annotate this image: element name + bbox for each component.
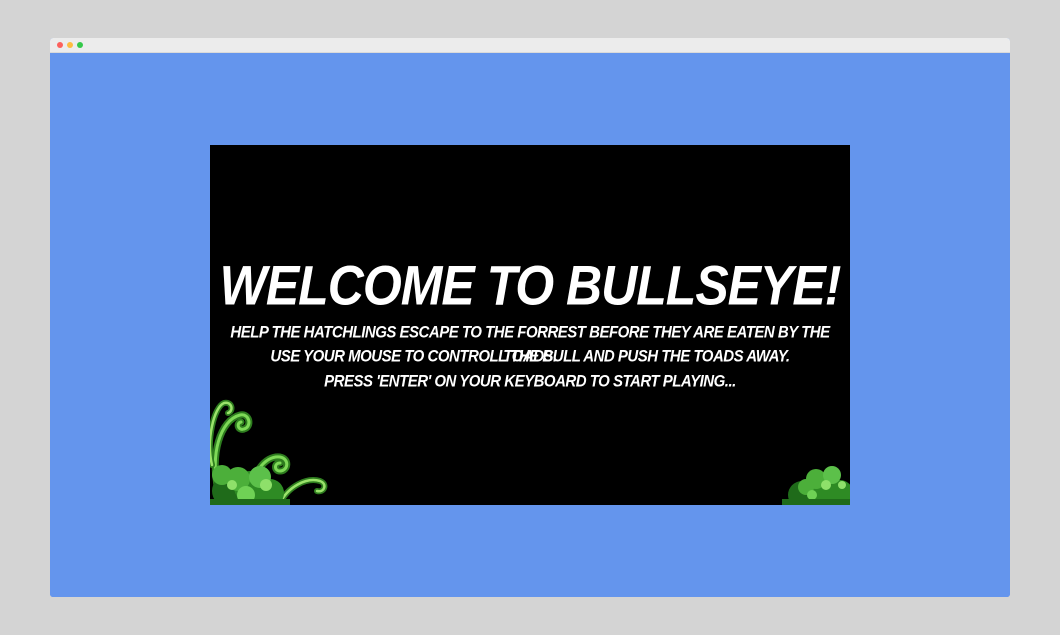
- fern-bush-icon: [210, 399, 328, 505]
- instruction-line-3: PRESS 'ENTER' ON YOUR KEYBOARD TO START …: [324, 372, 736, 391]
- browser-window: WELCOME TO BULLSEYE! HELP THE HATCHLINGS…: [50, 38, 1010, 597]
- bush-icon: [782, 466, 850, 505]
- close-dot-icon[interactable]: [57, 42, 63, 48]
- minimize-dot-icon[interactable]: [67, 42, 73, 48]
- maximize-dot-icon[interactable]: [77, 42, 83, 48]
- game-canvas[interactable]: WELCOME TO BULLSEYE! HELP THE HATCHLINGS…: [210, 145, 850, 505]
- instruction-line-2: USE YOUR MOUSE TO CONTROLL THE BULL AND …: [270, 347, 790, 366]
- window-titlebar: [50, 38, 1010, 53]
- page-viewport: WELCOME TO BULLSEYE! HELP THE HATCHLINGS…: [50, 53, 1010, 597]
- welcome-title: WELCOME TO BULLSEYE!: [219, 254, 842, 317]
